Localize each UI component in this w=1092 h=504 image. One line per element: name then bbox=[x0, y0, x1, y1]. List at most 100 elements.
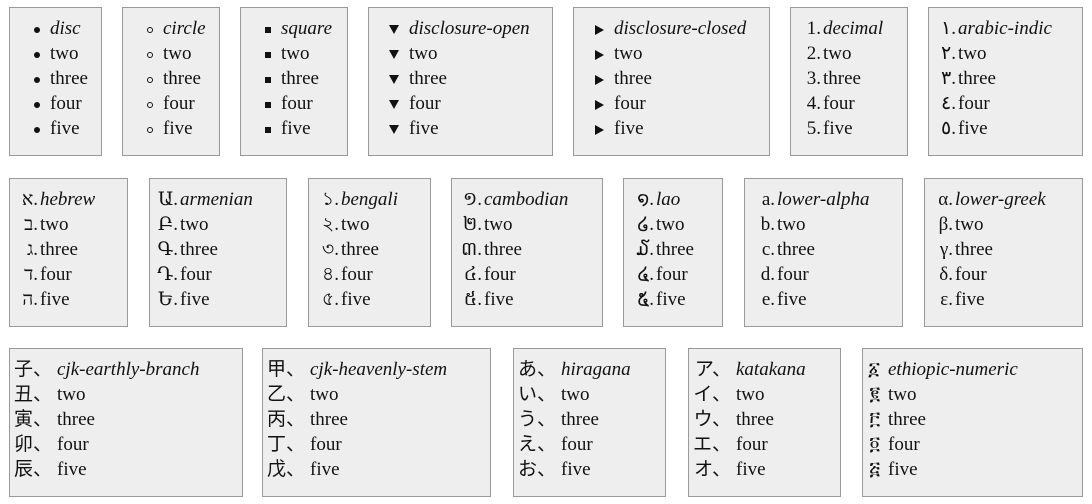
list-item: e. five bbox=[745, 287, 902, 312]
list-style-name: lao bbox=[656, 189, 681, 210]
triangle-right-icon bbox=[595, 99, 604, 110]
triangle-right-icon bbox=[574, 41, 604, 66]
list-item: 4. four bbox=[791, 91, 907, 116]
list-item-label: four bbox=[57, 434, 89, 455]
list-marker: b. bbox=[760, 214, 775, 235]
list-item-label: five bbox=[281, 118, 311, 139]
list-item: ໒. two bbox=[624, 212, 722, 237]
list-style-name: cambodian bbox=[484, 189, 569, 210]
list-marker: e. bbox=[761, 289, 775, 310]
triangle-down-icon bbox=[369, 91, 399, 116]
list-item: 乙、 two bbox=[263, 382, 490, 407]
list-item: ٣. three bbox=[929, 66, 1082, 91]
list-box-bengali: ১. bengali ২. two ৩. three ৪. four ৫. five bbox=[308, 178, 431, 327]
list-box-square: square two three four five bbox=[240, 7, 348, 156]
list-item: ٢. two bbox=[929, 41, 1082, 66]
list-marker: 卯、 bbox=[13, 433, 52, 455]
list-item: ε. five bbox=[925, 287, 1082, 312]
list-item: b. two bbox=[745, 212, 902, 237]
list-item: disclosure-open bbox=[369, 16, 552, 41]
list-item: two bbox=[369, 41, 552, 66]
list-item: 子、 cjk-earthly-branch bbox=[10, 357, 242, 382]
circle-bullet-icon bbox=[123, 91, 153, 116]
list-item: 卯、 four bbox=[10, 432, 242, 457]
list-item: エ、 four bbox=[689, 432, 840, 457]
list-item: ৪. four bbox=[309, 262, 430, 287]
list-marker: ア、 bbox=[694, 358, 731, 380]
list-marker: オ、 bbox=[694, 458, 731, 480]
list-item: 丁、 four bbox=[263, 432, 490, 457]
circle-bullet-icon bbox=[147, 126, 153, 133]
list-marker: א. bbox=[21, 189, 38, 210]
list-marker: ៤. bbox=[463, 264, 482, 285]
list-item: ア、 katakana bbox=[689, 357, 840, 382]
square-bullet-icon bbox=[265, 101, 271, 108]
list-item: three bbox=[241, 66, 347, 91]
triangle-down-icon bbox=[389, 100, 399, 110]
list-item: ፭ five bbox=[863, 457, 1082, 482]
list-item-label: two bbox=[736, 384, 765, 405]
list-marker: ២. bbox=[462, 214, 482, 235]
list-box-lower-greek: α. lower-greek β. two γ. three δ. four ε. five bbox=[924, 178, 1083, 327]
list-marker: Ե. bbox=[157, 289, 178, 310]
list-item: ד. four bbox=[10, 262, 127, 287]
list-item: four bbox=[369, 91, 552, 116]
list-item: う、 three bbox=[514, 407, 665, 432]
list-marker: ፭ bbox=[869, 459, 880, 480]
list-marker: ウ、 bbox=[693, 408, 731, 430]
list-item-label: four bbox=[736, 434, 768, 455]
list-box-cambodian: ១. cambodian ២. two ៣. three ៤. four ៥. five bbox=[451, 178, 603, 327]
list-item: three bbox=[10, 66, 101, 91]
list-item: イ、 two bbox=[689, 382, 840, 407]
list-box-katakana: ア、 katakana イ、 two ウ、 three エ、 four オ、 five bbox=[688, 348, 841, 497]
list-item-label: four bbox=[163, 93, 195, 114]
triangle-right-icon bbox=[595, 24, 604, 35]
disc-bullet-icon bbox=[34, 126, 40, 133]
list-marker: ໑. bbox=[637, 189, 654, 210]
list-style-name: ethiopic-numeric bbox=[888, 359, 1018, 380]
list-box-cjk-heavenly-stem: 甲、 cjk-heavenly-stem 乙、 two 丙、 three 丁、 four 戊、 f… bbox=[262, 348, 491, 497]
list-item: ៣. three bbox=[452, 237, 602, 262]
list-style-name: hebrew bbox=[40, 189, 96, 210]
list-item: four bbox=[123, 91, 219, 116]
list-item: ١. arabic-indic bbox=[929, 16, 1082, 41]
list-item: 辰、 five bbox=[10, 457, 242, 482]
list-item: c. three bbox=[745, 237, 902, 262]
list-style-name: circle bbox=[163, 18, 206, 39]
list-item: Դ. four bbox=[150, 262, 286, 287]
list-marker: ৩. bbox=[321, 239, 339, 260]
list-box-hebrew: א. hebrew ב. two ג. three ד. four ה. five bbox=[9, 178, 128, 327]
list-item-label: five bbox=[409, 118, 439, 139]
list-item: three bbox=[574, 66, 769, 91]
list-item-label: two bbox=[614, 43, 643, 64]
list-box-arabic-indic: ١. arabic-indic ٢. two ٣. three ٤. four ٥. five bbox=[928, 7, 1083, 156]
list-style-name: disclosure-closed bbox=[614, 18, 747, 39]
list-item: ٤. four bbox=[929, 91, 1082, 116]
list-marker: ໕. bbox=[637, 289, 654, 310]
list-item: お、 five bbox=[514, 457, 665, 482]
list-item-label: three bbox=[958, 68, 996, 89]
list-item: square bbox=[241, 16, 347, 41]
list-marker: δ. bbox=[939, 264, 953, 285]
list-box-lower-alpha: a. lower-alpha b. two c. three d. four e. five bbox=[744, 178, 903, 327]
list-marker: 甲、 bbox=[266, 358, 305, 380]
list-item-label: three bbox=[656, 239, 694, 260]
list-marker: ٤. bbox=[941, 93, 956, 114]
list-item-label: three bbox=[163, 68, 201, 89]
list-item-label: two bbox=[955, 214, 984, 235]
list-item: two bbox=[241, 41, 347, 66]
list-item: ໑. lao bbox=[624, 187, 722, 212]
list-item-label: three bbox=[777, 239, 815, 260]
disc-bullet-icon bbox=[34, 26, 40, 33]
list-item: ٥. five bbox=[929, 116, 1082, 141]
triangle-right-icon bbox=[595, 49, 604, 60]
list-marker: い、 bbox=[517, 383, 556, 405]
list-item-label: five bbox=[958, 118, 988, 139]
list-item-label: five bbox=[777, 289, 807, 310]
list-marker: お、 bbox=[517, 458, 556, 480]
list-item: three bbox=[123, 66, 219, 91]
list-item-label: two bbox=[777, 214, 806, 235]
list-style-name: bengali bbox=[341, 189, 398, 210]
list-marker: イ、 bbox=[693, 383, 731, 405]
list-item-label: two bbox=[656, 214, 685, 235]
